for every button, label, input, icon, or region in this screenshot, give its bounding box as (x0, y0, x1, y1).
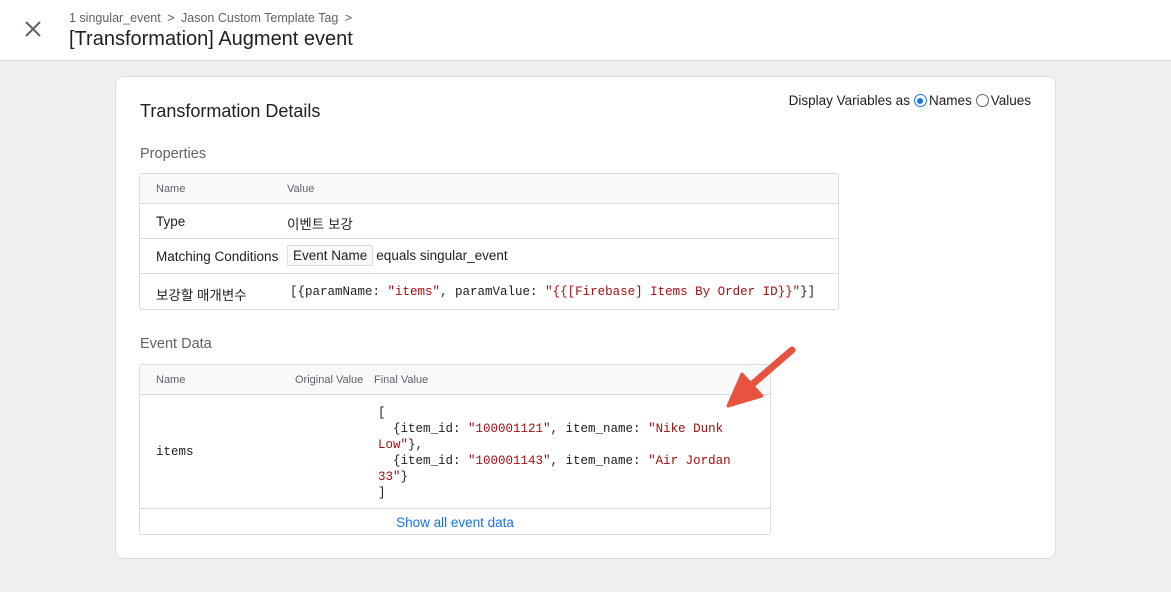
breadcrumb-item[interactable]: 1 singular_event (69, 11, 161, 25)
top-bar: 1 singular_event > Jason Custom Template… (0, 0, 1171, 61)
table-row-augment-params: 보강할 매개변수 [{paramName: "items", paramValu… (140, 274, 838, 309)
event-final-value: [ {item_id: "100001121", item_name: "Nik… (378, 405, 731, 501)
properties-table-header: Name Value (140, 174, 838, 204)
display-variables-toggle: Display Variables as Names Values (789, 93, 1031, 108)
code-text: , item_name: (550, 454, 649, 468)
code-string: 33" (378, 470, 401, 484)
breadcrumb-separator: > (344, 11, 353, 25)
code-string: "100001143" (468, 454, 551, 468)
card-title: Transformation Details (140, 101, 321, 121)
code-text: ] (378, 486, 386, 500)
property-name: Type (156, 214, 186, 229)
code-text: }] (800, 285, 816, 299)
names-radio-label[interactable]: Names (929, 93, 972, 108)
code-text: {item_id: (378, 454, 469, 468)
property-name: 보강할 매개변수 (156, 288, 247, 303)
names-radio[interactable] (913, 94, 927, 107)
page-title: [Transformation] Augment event (69, 28, 353, 50)
breadcrumb-separator: > (167, 11, 175, 25)
code-text: [ (378, 406, 386, 420)
code-string: "100001121" (468, 422, 551, 436)
code-string: "items" (387, 285, 441, 299)
breadcrumb: 1 singular_event > Jason Custom Template… (69, 11, 355, 25)
code-text: }, (408, 438, 424, 452)
close-icon (25, 21, 41, 37)
code-text: , paramValue: (440, 285, 546, 299)
annotation-arrow (726, 346, 796, 408)
property-value: 이벤트 보강 (287, 217, 353, 232)
property-value: [{paramName: "items", paramValue: "{{[Fi… (290, 285, 815, 299)
properties-section-title: Properties (140, 146, 207, 162)
column-header-original-value: Original Value (295, 374, 364, 386)
code-text: [{paramName: (290, 285, 388, 299)
code-text: , item_name: (550, 422, 649, 436)
code-string: Low" (378, 438, 409, 452)
table-row-matching-conditions: Matching Conditions Event Name equals sin… (140, 239, 838, 274)
display-variables-label: Display Variables as (788, 93, 910, 108)
breadcrumb-item[interactable]: Jason Custom Template Tag (181, 11, 338, 25)
code-string: "Nike Dunk (648, 422, 724, 436)
show-all-event-data-link[interactable]: Show all event data (140, 509, 770, 535)
event-name-chip: Event Name (287, 245, 374, 266)
column-header-final-value: Final Value (374, 374, 429, 386)
code-text: {item_id: (378, 422, 469, 436)
code-string: "{{[Firebase] Items By Order ID}}" (545, 285, 801, 299)
event-param-name: items (156, 445, 194, 459)
values-radio-label[interactable]: Values (991, 93, 1031, 108)
close-button[interactable] (20, 16, 46, 42)
event-data-table: Name Original Value Final Value items [ … (139, 364, 771, 535)
event-data-section-title: Event Data (140, 336, 212, 352)
properties-table: Name Value Type 이벤트 보강 Matching Conditio… (139, 173, 839, 310)
property-name: Matching Conditions (156, 249, 279, 264)
condition-text: equals singular_event (376, 248, 508, 263)
values-radio[interactable] (975, 94, 989, 107)
column-header-value: Value (287, 183, 315, 195)
code-text: } (400, 470, 409, 484)
transformation-card: Transformation Details Display Variables… (115, 76, 1056, 559)
column-header-name: Name (156, 374, 186, 386)
table-row-type: Type 이벤트 보강 (140, 204, 838, 239)
code-string: "Air Jordan (648, 454, 731, 468)
event-data-table-header: Name Original Value Final Value (140, 365, 770, 395)
property-value: Event Name equals singular_event (287, 245, 508, 266)
column-header-name: Name (156, 183, 186, 195)
table-row-items: items [ {item_id: "100001121", item_name… (140, 395, 770, 509)
